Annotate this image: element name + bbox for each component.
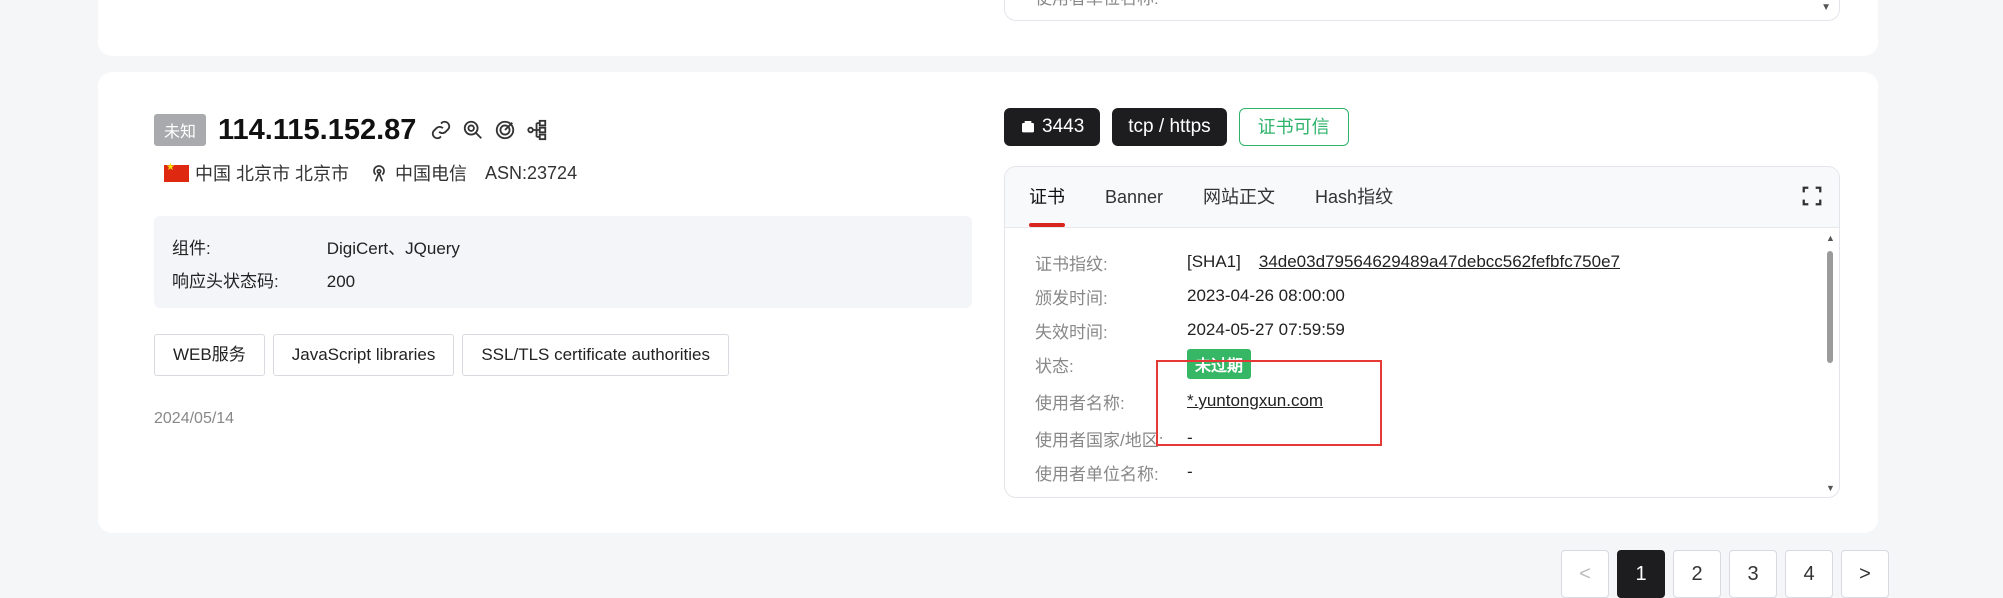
subject-org-value: - (1187, 462, 1193, 481)
expires-value: 2024-05-27 07:59:59 (1187, 320, 1345, 339)
info-value: DigiCert、JQuery (326, 239, 460, 258)
tab-certificate[interactable]: 证书 (1029, 167, 1065, 227)
prev-subject-org-label: 使用者单位名称: (1035, 0, 1159, 9)
cert-row-expires: 失效时间: 2024-05-27 07:59:59 (1035, 313, 1799, 347)
search-icon[interactable] (458, 115, 488, 145)
asn-text: ASN:23724 (485, 162, 578, 183)
port-number: 3443 (1042, 116, 1085, 137)
expires-label: 失效时间: (1035, 322, 1108, 342)
page-2-button[interactable]: 2 (1673, 550, 1721, 598)
link-icon[interactable] (426, 115, 456, 145)
previous-result-card: 使用者单位名称: - ▼ (98, 0, 1878, 56)
ip-address[interactable]: 114.115.152.87 (218, 114, 416, 147)
scroll-down-arrow[interactable]: ▼ (1821, 2, 1831, 13)
location-row: 中国 北京市 北京市 中国电信 ASN:23724 (164, 160, 577, 186)
isp-text: 中国电信 (395, 164, 468, 184)
port-badge[interactable]: 3443 (1004, 108, 1101, 146)
cert-row-status: 状态: 未过期 (1035, 347, 1799, 381)
subject-org-label: 使用者单位名称: (1035, 464, 1159, 484)
info-label: 组件: (172, 239, 211, 258)
tab-hash-fingerprint[interactable]: Hash指纹 (1315, 167, 1393, 227)
cert-trusted-badge[interactable]: 证书可信 (1238, 108, 1349, 146)
page-4-button[interactable]: 4 (1785, 550, 1833, 598)
highlight-box (1156, 360, 1382, 446)
scroll-up-arrow[interactable]: ▲ (1826, 233, 1835, 243)
page-3-button[interactable]: 3 (1729, 550, 1777, 598)
cert-row-subject-name: 使用者名称: *.yuntongxun.com (1035, 381, 1799, 421)
prev-page-button[interactable]: < (1561, 550, 1609, 598)
fingerprint-link[interactable]: 34de03d79564629489a47debcc562fefbfc750e7 (1259, 252, 1620, 272)
issued-value: 2023-04-26 08:00:00 (1187, 286, 1345, 305)
radar-icon[interactable] (490, 115, 520, 145)
info-row-components: 组件: DigiCert、JQuery (172, 234, 460, 259)
cert-row-subject-org: 使用者单位名称: - (1035, 455, 1799, 489)
pagination: < 1 2 3 4 > (1561, 550, 1897, 598)
china-flag-icon (164, 162, 189, 182)
prev-subject-org-value: - (1187, 0, 1193, 4)
protocol-badge[interactable]: tcp / https (1112, 108, 1227, 146)
status-tag: 未知 (154, 114, 207, 146)
scrollbar-thumb[interactable] (1827, 251, 1833, 363)
service-badges: 3443 tcp / https 证书可信 (1004, 108, 1349, 146)
cert-row-fingerprint: 证书指纹: [SHA1] 34de03d79564629489a47debcc5… (1035, 245, 1799, 279)
page-1-button[interactable]: 1 (1617, 550, 1665, 598)
component-info-box: 组件: DigiCert、JQuery 响应头状态码: 200 (154, 216, 972, 308)
detail-panel: 证书 Banner 网站正文 Hash指纹 证书指纹: [SHA1] 34de0… (1004, 166, 1840, 498)
tab-website-body[interactable]: 网站正文 (1203, 167, 1275, 227)
topology-icon[interactable] (522, 115, 552, 145)
scan-date: 2024/05/14 (154, 410, 235, 427)
port-icon (1022, 121, 1034, 133)
info-row-status-code: 响应头状态码: 200 (172, 267, 355, 292)
info-value: 200 (326, 272, 356, 291)
chip-ssl-tls-ca[interactable]: SSL/TLS certificate authorities (462, 334, 730, 376)
tab-banner[interactable]: Banner (1105, 167, 1163, 227)
fullscreen-icon[interactable] (1801, 185, 1823, 212)
previous-cert-panel: 使用者单位名称: - ▼ (1004, 0, 1840, 21)
chip-javascript-libraries[interactable]: JavaScript libraries (272, 334, 455, 376)
scroll-down-arrow[interactable]: ▼ (1826, 483, 1835, 493)
sha1-prefix: [SHA1] (1187, 252, 1241, 271)
info-label: 响应头状态码: (172, 272, 279, 291)
location-text: 中国 北京市 北京市 (195, 164, 350, 184)
next-page-button[interactable]: > (1841, 550, 1889, 598)
cert-row-issued: 颁发时间: 2023-04-26 08:00:00 (1035, 279, 1799, 313)
ip-header: 未知 114.115.152.87 (154, 110, 554, 150)
result-card: 未知 114.115.152.87 中国 北京市 北京市 中国电信 ASN:23… (98, 72, 1878, 533)
issued-label: 颁发时间: (1035, 288, 1108, 308)
cert-row-subject-country: 使用者国家/地区: - (1035, 421, 1799, 455)
broadcast-icon (369, 163, 389, 183)
fingerprint-label: 证书指纹: (1035, 254, 1108, 274)
detail-tabs: 证书 Banner 网站正文 Hash指纹 (1005, 167, 1839, 228)
scrollbar[interactable]: ▲ ▼ (1825, 233, 1835, 493)
cert-details: 证书指纹: [SHA1] 34de03d79564629489a47debcc5… (1035, 245, 1799, 489)
chip-web-service[interactable]: WEB服务 (154, 334, 265, 376)
tag-chips: WEB服务 JavaScript libraries SSL/TLS certi… (154, 334, 737, 376)
